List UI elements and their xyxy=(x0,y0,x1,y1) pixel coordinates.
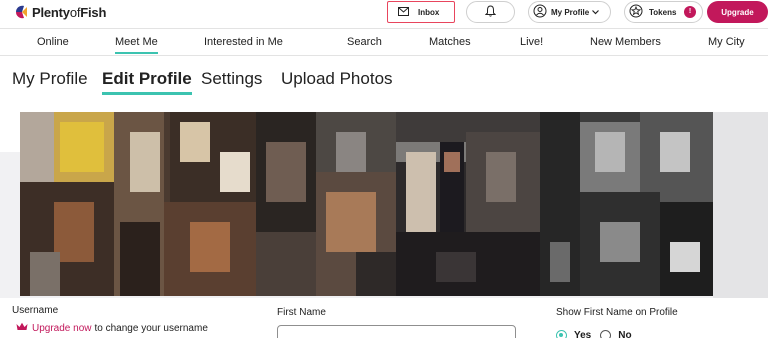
show-first-name-no-radio[interactable] xyxy=(600,330,612,338)
show-first-name-radio-group: Yes No xyxy=(556,330,632,338)
fish-logo-icon xyxy=(14,4,30,20)
star-icon xyxy=(629,4,643,20)
tokens-label: Tokens xyxy=(649,7,677,17)
mail-icon xyxy=(398,6,409,18)
crown-icon xyxy=(16,322,28,334)
tab-settings[interactable]: Settings xyxy=(201,69,262,89)
photo-pixelated-1 xyxy=(20,112,256,296)
show-first-name-yes-radio[interactable] xyxy=(556,330,567,338)
photo-pixelated-4 xyxy=(540,112,713,296)
show-first-name-label: Show First Name on Profile xyxy=(556,307,678,318)
nav-search[interactable]: Search xyxy=(347,36,382,48)
logo-text: PlentyofFish xyxy=(32,4,107,20)
profile-photo-3[interactable] xyxy=(396,112,540,296)
my-profile-label: My Profile xyxy=(551,7,590,17)
tab-my-profile[interactable]: My Profile xyxy=(12,69,88,89)
top-header: PlentyofFish Inbox My Profile Tokens ! U… xyxy=(0,0,768,26)
tab-upload-photos[interactable]: Upload Photos xyxy=(281,69,393,89)
profile-photo-2[interactable] xyxy=(256,112,396,296)
nav-my-city[interactable]: My City xyxy=(708,36,745,48)
photo-pixelated-2 xyxy=(256,112,396,296)
chevron-down-icon xyxy=(592,8,600,17)
plentyoffish-logo[interactable]: PlentyofFish xyxy=(14,4,106,20)
inbox-button[interactable]: Inbox xyxy=(387,1,455,23)
user-circle-icon xyxy=(533,4,547,20)
tokens-button[interactable]: Tokens ! xyxy=(624,1,703,23)
profile-photo-4[interactable] xyxy=(540,112,713,296)
photo-pixelated-3 xyxy=(396,112,540,296)
tokens-alert-badge: ! xyxy=(684,6,696,18)
username-upgrade-note: Upgrade now to change your username xyxy=(16,322,208,334)
tab-edit-profile[interactable]: Edit Profile xyxy=(102,69,192,95)
nav-meet-me[interactable]: Meet Me xyxy=(115,36,158,54)
nav-live[interactable]: Live! xyxy=(520,36,543,48)
notifications-button[interactable] xyxy=(466,1,515,23)
photo-strip-edge xyxy=(713,112,768,298)
inbox-label: Inbox xyxy=(418,7,440,17)
nav-online[interactable]: Online xyxy=(37,36,69,48)
yes-label: Yes xyxy=(574,330,592,338)
nav-new-members[interactable]: New Members xyxy=(590,36,661,48)
first-name-input[interactable] xyxy=(277,325,516,338)
bell-icon xyxy=(484,5,497,19)
upgrade-button[interactable]: Upgrade xyxy=(707,1,768,23)
nav-interested-in-me[interactable]: Interested in Me xyxy=(204,36,283,48)
main-nav: Online Meet Me Interested in Me Search M… xyxy=(0,28,768,56)
first-name-label: First Name xyxy=(277,307,326,318)
username-label: Username xyxy=(12,305,59,316)
profile-photo-1[interactable] xyxy=(20,112,256,296)
upgrade-now-link[interactable]: Upgrade now xyxy=(32,323,91,334)
no-label: No xyxy=(618,330,632,338)
my-profile-menu[interactable]: My Profile xyxy=(528,1,611,23)
upgrade-suffix-text: to change your username xyxy=(94,322,208,334)
nav-matches[interactable]: Matches xyxy=(429,36,471,48)
